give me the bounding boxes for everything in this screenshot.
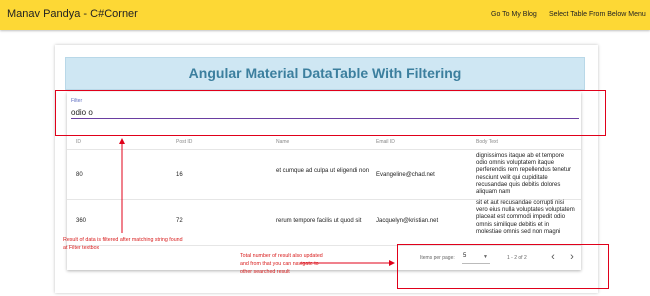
paginator-annotation: Total number of result also updated and … xyxy=(240,253,323,275)
filter-annotation: Result of data is filtered after matchin… xyxy=(63,237,183,251)
